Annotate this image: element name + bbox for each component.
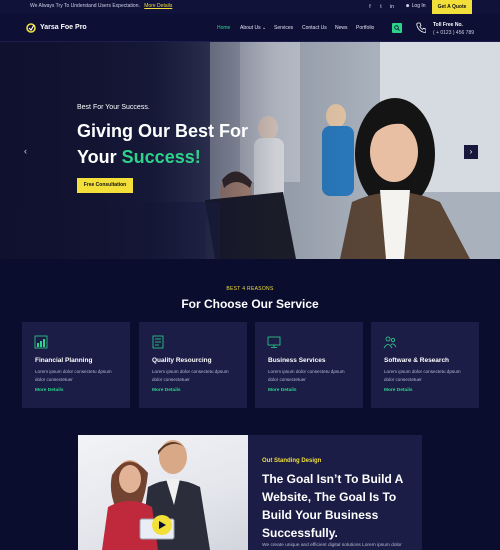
free-consultation-button[interactable]: Free Consultation (77, 178, 133, 193)
hero-title-accent: Success! (121, 147, 201, 167)
slider-prev-arrow[interactable]: ‹ (24, 146, 34, 158)
feature-description: We create unique and efficient digital s… (262, 543, 402, 548)
card-desc: Lorem ipsum dolor consectetu dpsum dolor… (384, 369, 461, 382)
chart-icon (34, 335, 48, 349)
nav-services[interactable]: Services (274, 25, 293, 31)
nav-news[interactable]: News (335, 25, 348, 31)
logo-icon (26, 23, 36, 33)
monitor-icon (267, 336, 281, 348)
hero-title-line2: Your Success! (77, 144, 248, 170)
play-button[interactable] (152, 515, 172, 535)
card-desc: Lorem ipsum dolor consectetu dpsum dolor… (35, 369, 112, 382)
hero-banner: Best For Your Success. Giving Our Best F… (0, 42, 500, 259)
phone-icon (416, 22, 426, 33)
feature-photo (78, 435, 248, 550)
search-icon (394, 25, 400, 31)
section-eyebrow: BEST 4 REASONS (226, 286, 274, 292)
linkedin-icon[interactable]: in (388, 3, 396, 11)
play-icon (159, 521, 166, 529)
more-details-link[interactable]: More Details (144, 3, 172, 9)
chevron-down-icon: ⌄ (261, 25, 267, 31)
card-title: Business Services (268, 357, 326, 364)
card-title: Quality Resourcing (152, 357, 212, 364)
nav-portfolio[interactable]: Portfolio (356, 25, 374, 31)
service-card[interactable]: Quality Resourcing Lorem ipsum dolor con… (139, 322, 247, 408)
team-icon (383, 336, 397, 349)
hero-title-line1: Giving Our Best For (77, 121, 249, 141)
feature-eyebrow: Out Standing Design (262, 458, 322, 464)
card-desc: Lorem ipsum dolor consectetu dpsum dolor… (268, 369, 345, 382)
facebook-icon[interactable]: f (366, 3, 374, 11)
service-card[interactable]: Financial Planning Lorem ipsum dolor con… (22, 322, 130, 408)
document-icon (152, 335, 164, 349)
hero-overlay (0, 42, 500, 259)
logo-text[interactable]: Yarsa Foe Pro (40, 24, 87, 31)
nav-about[interactable]: About Us ⌄ (240, 25, 266, 31)
get-quote-button[interactable]: Get A Quote (432, 0, 472, 14)
feature-section: Out Standing Design The Goal Isn’t To Bu… (78, 435, 422, 550)
user-icon: ☻ (405, 3, 411, 9)
login-label: Log In (411, 3, 426, 9)
login-link[interactable]: ☻ Log In (405, 3, 426, 9)
toll-free-label: Toll Free No. (433, 22, 463, 28)
top-bar: We Always Try To Understand Users Expect… (0, 0, 500, 14)
feature-title: The Goal Isn’t To Build A Website, The G… (262, 472, 403, 540)
section-title: For Choose Our Service (181, 297, 319, 311)
card-title: Financial Planning (35, 357, 93, 364)
card-more-link[interactable]: More Details (268, 388, 297, 393)
slider-next-arrow[interactable]: › (464, 145, 478, 159)
nav-about-label: About Us (240, 25, 261, 31)
service-card[interactable]: Business Services Lorem ipsum dolor cons… (255, 322, 363, 408)
nav-home[interactable]: Home (217, 25, 230, 31)
phone-number[interactable]: ( + 0123 ) 456 789 (433, 30, 474, 36)
twitter-icon[interactable]: t (377, 3, 385, 11)
card-more-link[interactable]: More Details (35, 388, 64, 393)
card-more-link[interactable]: More Details (152, 388, 181, 393)
hero-subtitle: Best For Your Success. (77, 104, 150, 111)
card-desc: Lorem ipsum dolor consectetu dpsum dolor… (152, 369, 229, 382)
top-message-text: We Always Try To Understand Users Expect… (30, 3, 140, 9)
service-card[interactable]: Software & Research Lorem ipsum dolor co… (371, 322, 479, 408)
hero-title: Giving Our Best For Your Success! (77, 118, 248, 170)
card-title: Software & Research (384, 357, 450, 364)
card-more-link[interactable]: More Details (384, 388, 413, 393)
nav-contact[interactable]: Contact Us (302, 25, 327, 31)
main-navbar: Yarsa Foe Pro Home About Us ⌄ Services C… (0, 14, 500, 42)
hero-title-prefix: Your (77, 147, 122, 167)
search-button[interactable] (392, 23, 402, 33)
top-message: We Always Try To Understand Users Expect… (30, 3, 172, 9)
